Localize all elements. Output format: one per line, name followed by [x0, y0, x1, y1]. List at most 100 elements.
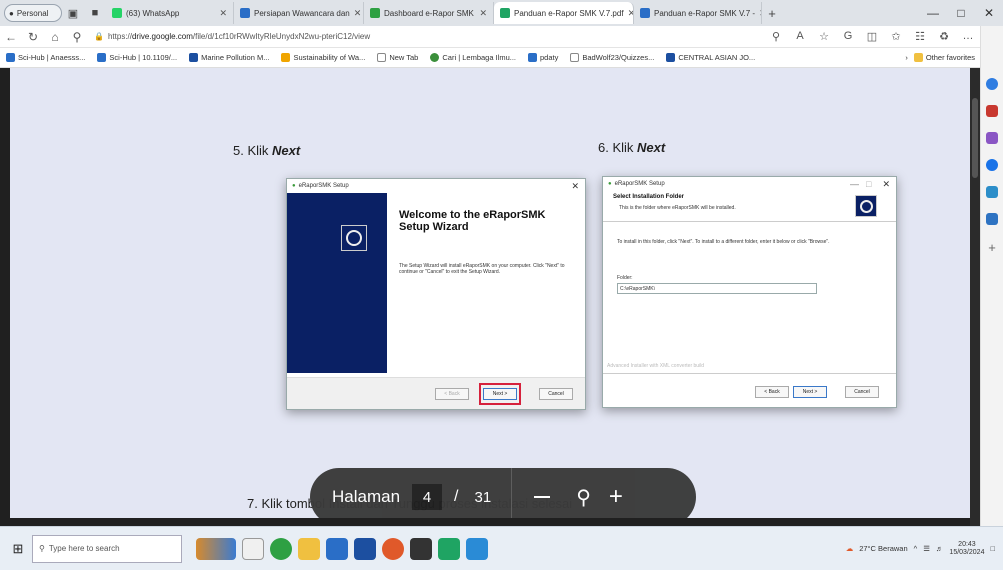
clock-date: 15/03/2024 [949, 548, 985, 556]
step-6-caption: 6. Klik Next [598, 140, 666, 155]
tab-panduan-docs[interactable]: Panduan e-Rapor SMK V.7 - ✕ [634, 2, 762, 24]
news-widget-icon[interactable] [196, 537, 236, 560]
favorite-star-icon[interactable]: ☆ [813, 30, 835, 43]
other-favorites-label: Other favorites [925, 53, 975, 62]
minimize-dialog-icon[interactable]: — [850, 179, 859, 189]
search-icon[interactable]: ⚲ [66, 30, 88, 44]
tab-whatsapp[interactable]: (63) WhatsApp ✕ [106, 2, 234, 24]
mail-icon[interactable] [354, 537, 376, 560]
shopping-icon[interactable] [986, 105, 998, 117]
tray-overflow-icon[interactable]: ^ [914, 544, 918, 553]
extensions-icon[interactable]: ♻ [933, 30, 955, 43]
clock[interactable]: 20:43 15/03/2024 [949, 541, 984, 557]
back-button[interactable]: < Back [755, 386, 789, 398]
scrollbar-thumb[interactable] [972, 98, 978, 178]
outlook-icon[interactable] [986, 159, 998, 171]
wizard-subheading: This is the folder where eRaporSMK will … [619, 205, 736, 211]
workspaces-icon[interactable]: ▣ [62, 2, 84, 24]
tab-actions-icon[interactable]: ■ [84, 2, 106, 24]
page-number-input[interactable]: 4 [412, 484, 443, 510]
zoom-out-icon[interactable] [534, 496, 551, 498]
task-view-icon[interactable] [242, 537, 264, 560]
close-dialog-icon[interactable]: ✕ [571, 181, 579, 192]
search-icon: ⚲ [39, 544, 45, 553]
office-icon[interactable] [986, 213, 998, 225]
erapor-logo-icon [855, 195, 877, 217]
bookmark-item[interactable]: Cari | Lembaga Ilmu... [424, 53, 522, 62]
search-sidebar-icon[interactable] [986, 78, 998, 90]
next-button[interactable]: Next > [793, 386, 827, 398]
dialog-title: eRaporSMK Setup [614, 181, 665, 187]
zoom-in-icon[interactable]: + [609, 483, 623, 511]
close-tab-icon[interactable]: ✕ [479, 8, 487, 19]
docs-favicon-icon [240, 8, 250, 18]
refresh-icon[interactable]: ↻ [22, 30, 44, 44]
bookmark-item[interactable]: New Tab [371, 53, 424, 62]
profile-button[interactable]: ● Personal [4, 4, 62, 22]
wizard-heading: Welcome to the eRaporSMK Setup Wizard [399, 209, 546, 233]
split-screen-icon[interactable]: ◫ [861, 30, 883, 43]
bookmark-item[interactable]: Sci-Hub | 10.1109/... [91, 53, 183, 62]
maximize-icon[interactable]: □ [947, 6, 975, 20]
file-explorer-icon[interactable] [298, 537, 320, 560]
bookmark-favicon-icon [666, 53, 676, 62]
drive-favicon-icon [500, 8, 510, 18]
maximize-dialog-icon[interactable]: □ [866, 179, 871, 189]
bookmark-item[interactable]: CENTRAL ASIAN JO... [660, 53, 761, 62]
volume-icon[interactable]: ♬ [936, 544, 944, 553]
bookmark-item[interactable]: Marine Pollution M... [183, 53, 275, 62]
store-icon[interactable] [326, 537, 348, 560]
google-icon[interactable]: G [837, 30, 859, 43]
app-icon[interactable] [410, 537, 432, 560]
bookmark-item[interactable]: Sci-Hub | Anaesss... [0, 53, 91, 62]
bookmark-item[interactable]: BadWolf23/Quizzes... [564, 53, 660, 62]
new-tab-button[interactable]: + [762, 6, 782, 21]
taskbar-search-input[interactable]: ⚲ Type here to search [32, 534, 182, 563]
windows-start-icon[interactable]: ⊞ [4, 541, 32, 557]
app-icon[interactable] [438, 537, 460, 560]
url-field[interactable]: 🔒 https://drive.google.com/file/d/1cf10r… [94, 28, 674, 46]
close-tab-icon[interactable]: ✕ [354, 8, 362, 19]
close-tab-icon[interactable]: ✕ [219, 8, 227, 19]
url-prefix: https:// [107, 32, 132, 41]
more-icon[interactable]: … [957, 30, 979, 43]
zoom-icon[interactable]: ⚲ [765, 30, 787, 43]
favorites-icon[interactable]: ✩ [885, 30, 907, 43]
tab-persiapan[interactable]: Persiapan Wawancara dan ✕ [234, 2, 364, 24]
games-icon[interactable] [986, 186, 998, 198]
tools-icon[interactable] [986, 132, 998, 144]
close-dialog-icon[interactable]: ✕ [882, 179, 890, 190]
page-total: 31 [474, 488, 492, 506]
tab-dashboard[interactable]: Dashboard e-Rapor SMK ✕ [364, 2, 494, 24]
collections-icon[interactable]: ☷ [909, 30, 931, 43]
weather-icon[interactable]: ☁ [846, 544, 854, 553]
weather-text[interactable]: 27°C Berawan [859, 544, 907, 553]
minimize-icon[interactable]: — [919, 6, 947, 20]
firefox-icon[interactable] [382, 537, 404, 560]
cancel-button[interactable]: Cancel [539, 388, 573, 400]
bookmark-favicon-icon [281, 53, 291, 62]
read-aloud-icon[interactable]: A [789, 30, 811, 43]
folder-label: Folder: [617, 275, 633, 281]
bookmark-item[interactable]: pdaty [522, 53, 564, 62]
tab-panduan-pdf[interactable]: Panduan e-Rapor SMK V.7.pdf ✕ [494, 2, 634, 24]
edge-browser-icon[interactable] [270, 537, 292, 560]
windows-taskbar: ⊞ ⚲ Type here to search ☁ 27°C Berawan ^… [0, 526, 1003, 570]
bookmark-item[interactable]: Sustainability of Wa... [275, 53, 371, 62]
cancel-button[interactable]: Cancel [845, 386, 879, 398]
tab-label: Persiapan Wawancara dan [254, 8, 350, 18]
app-icon[interactable] [466, 537, 488, 560]
back-icon[interactable]: ← [0, 30, 22, 44]
add-sidebar-app-icon[interactable]: + [988, 240, 996, 255]
folder-path-input[interactable]: C:\eRaporSMK\ [617, 283, 817, 294]
back-button[interactable]: < Back [435, 388, 469, 400]
other-favorites-folder[interactable]: Other favorites [913, 53, 975, 62]
bookmarks-overflow-icon[interactable]: › [905, 53, 908, 62]
scrollbar[interactable] [970, 68, 980, 526]
tab-label: Panduan e-Rapor SMK V.7.pdf [514, 8, 624, 18]
zoom-fit-icon[interactable]: ⚲ [576, 485, 591, 510]
notification-icon[interactable]: □ [990, 544, 995, 553]
network-icon[interactable]: ☰ [923, 544, 930, 553]
home-icon[interactable]: ⌂ [44, 30, 66, 44]
close-window-icon[interactable]: ✕ [975, 6, 1003, 20]
